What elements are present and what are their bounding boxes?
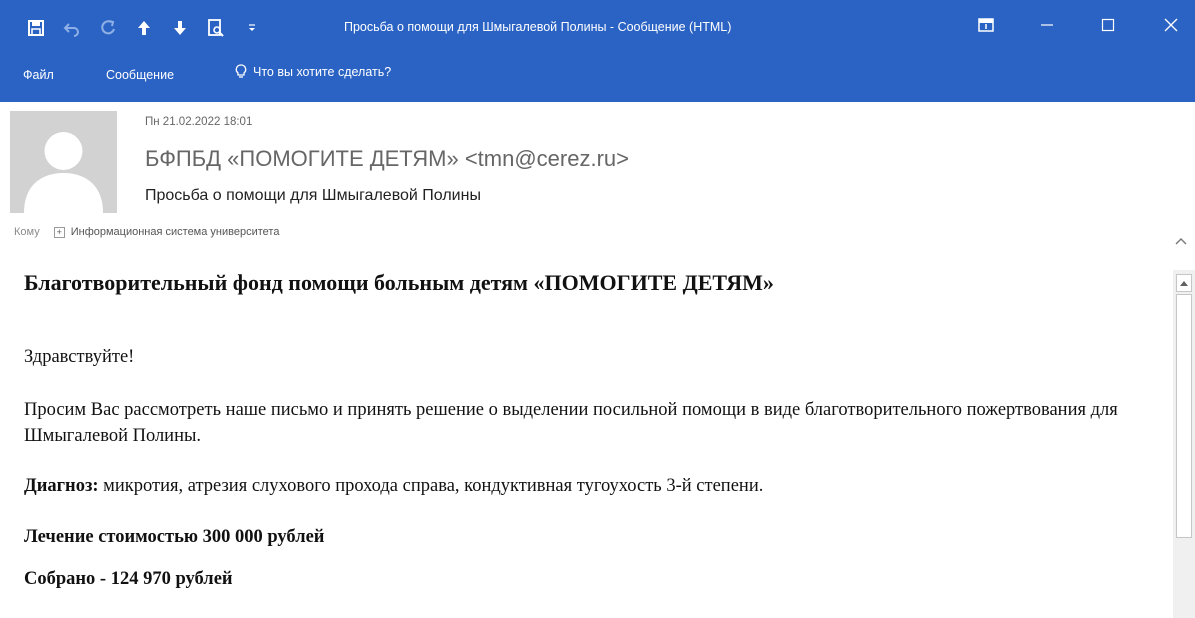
down-arrow-icon[interactable] <box>170 18 190 38</box>
print-preview-icon[interactable] <box>206 18 226 38</box>
customize-toolbar-icon[interactable] <box>242 18 262 38</box>
scroll-thumb[interactable] <box>1176 294 1192 538</box>
tell-me-text: Что вы хотите сделать? <box>253 65 392 79</box>
request-paragraph: Просим Вас рассмотреть наше письмо и при… <box>24 400 1118 446</box>
message-subject: Просьба о помощи для Шмыгалевой Полины <box>145 187 481 204</box>
undo-icon[interactable] <box>62 18 82 38</box>
maximize-icon[interactable] <box>1094 12 1122 38</box>
avatar <box>10 111 117 213</box>
greeting: Здравствуйте! <box>24 347 135 367</box>
ribbon-tabs: Файл Сообщение Что вы хотите сделать? <box>0 62 1195 102</box>
collapse-header-icon[interactable] <box>1175 232 1187 250</box>
minimize-icon[interactable] <box>1033 12 1061 38</box>
diagnosis-paragraph: Диагноз: микротия, атрезия слухового про… <box>24 473 763 499</box>
quick-access-toolbar <box>26 16 278 40</box>
body-heading: Благотворительный фонд помощи больным де… <box>24 270 774 295</box>
lightbulb-icon <box>235 64 247 78</box>
close-icon[interactable] <box>1157 12 1185 38</box>
diagnosis-label: Диагноз: <box>24 476 99 496</box>
up-arrow-icon[interactable] <box>134 18 154 38</box>
tab-file[interactable]: Файл <box>23 68 54 82</box>
to-label: Кому <box>14 226 40 238</box>
vertical-scrollbar[interactable] <box>1173 270 1195 618</box>
treatment-cost: Лечение стоимостью 300 000 рублей <box>24 527 325 547</box>
amount-raised: Собрано - 124 970 рублей <box>24 569 233 589</box>
redo-icon[interactable] <box>98 18 118 38</box>
diagnosis-text: микротия, атрезия слухового прохода спра… <box>98 476 764 496</box>
message-header: Пн 21.02.2022 18:01 БФПБД «ПОМОГИТЕ ДЕТЯ… <box>0 102 1195 252</box>
expand-group-icon[interactable]: + <box>53 226 65 238</box>
scroll-up-icon[interactable] <box>1176 274 1192 292</box>
recipient[interactable]: Информационная система университета <box>71 226 280 238</box>
message-body: Благотворительный фонд помощи больным де… <box>0 262 1170 618</box>
ribbon-display-options-icon[interactable] <box>972 12 1000 38</box>
sender[interactable]: БФПБД «ПОМОГИТЕ ДЕТЯМ» <tmn@cerez.ru> <box>145 146 629 172</box>
window-title: Просьба о помощи для Шмыгалевой Полины -… <box>344 20 732 34</box>
tab-message[interactable]: Сообщение <box>106 68 174 82</box>
save-icon[interactable] <box>26 18 46 38</box>
title-bar: Просьба о помощи для Шмыгалевой Полины -… <box>0 0 1195 62</box>
tell-me-box[interactable]: Что вы хотите сделать? <box>235 64 391 80</box>
to-row: Кому + Информационная система университе… <box>14 226 279 238</box>
message-date: Пн 21.02.2022 18:01 <box>145 116 253 128</box>
